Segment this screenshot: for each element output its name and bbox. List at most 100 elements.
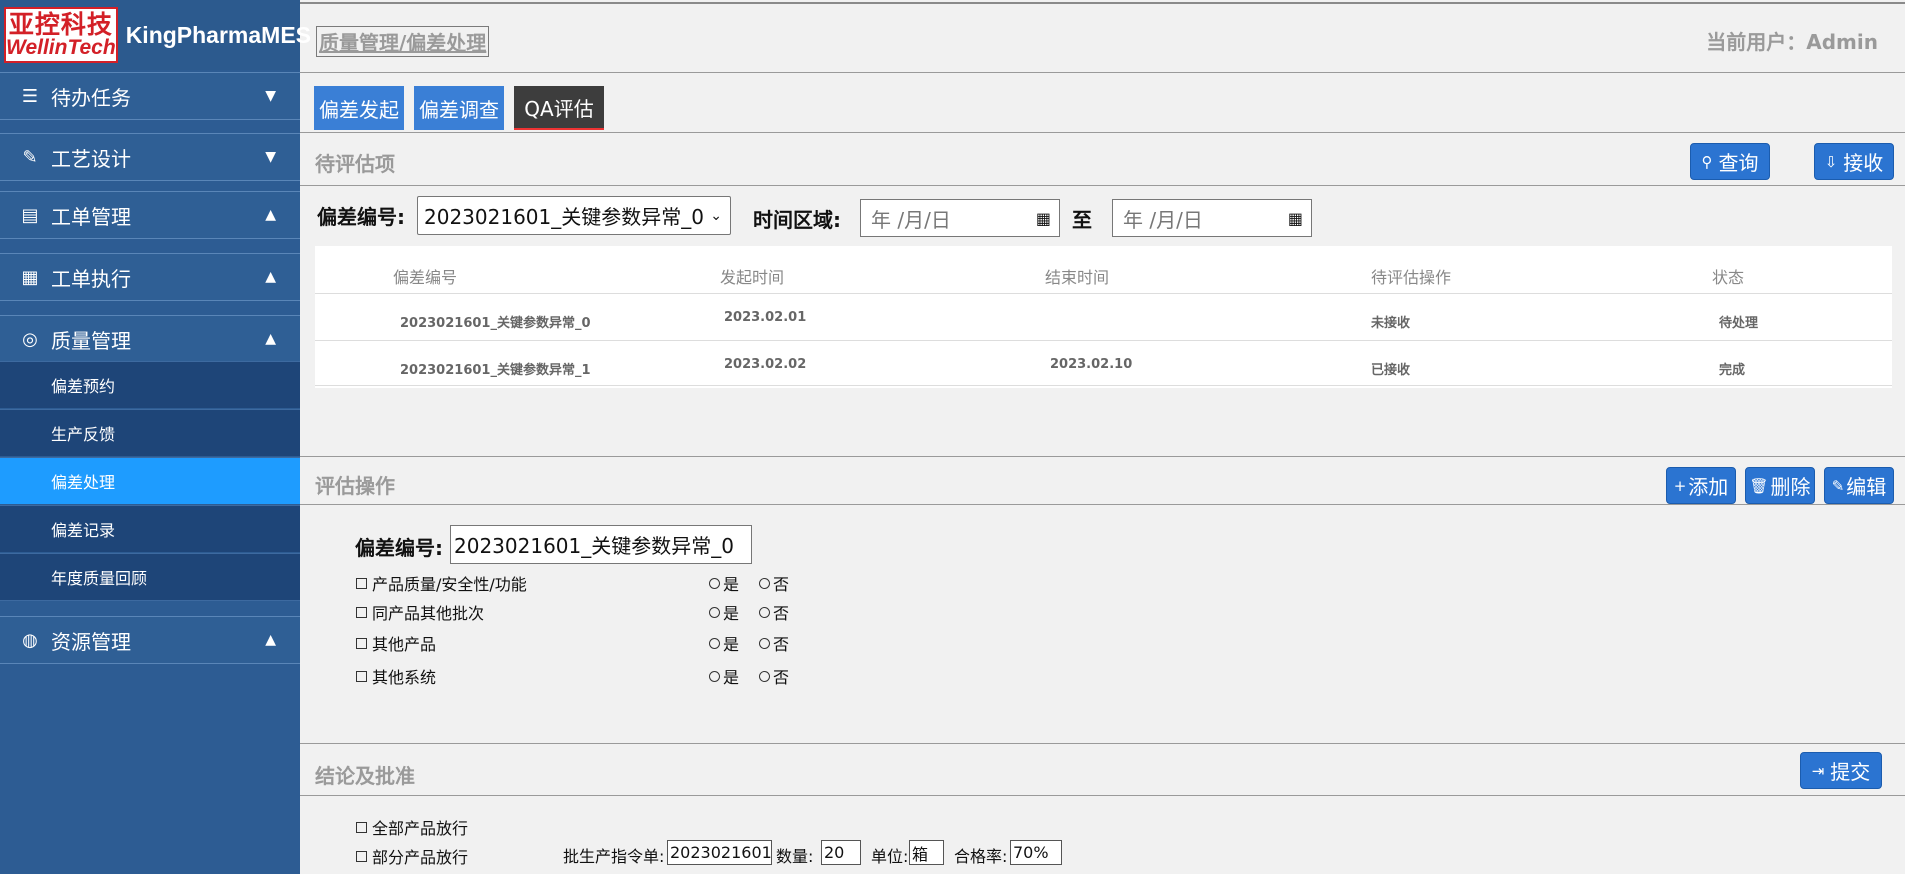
menu-work-order-exec[interactable]: ▦ 工单执行 ▲ xyxy=(0,253,300,301)
assessment-item[interactable]: 其他系统 xyxy=(356,664,436,688)
select-value: 2023021601_关键参数异常_0 xyxy=(424,205,704,229)
checkbox[interactable] xyxy=(356,606,367,618)
deviation-no-select[interactable]: 2023021601_关键参数异常_0 ⌄ xyxy=(417,196,731,235)
all-release-option[interactable]: 全部产品放行 xyxy=(356,815,468,839)
radio-circle[interactable] xyxy=(709,577,720,589)
menu-work-order[interactable]: ▤ 工单管理 ▲ xyxy=(0,191,300,239)
radio-yes[interactable]: 是 xyxy=(709,631,739,655)
menu-resources[interactable]: ◍ 资源管理 ▲ xyxy=(0,616,300,664)
current-user: 当前用户：Admin xyxy=(1706,30,1878,54)
radio-circle[interactable] xyxy=(709,606,720,618)
item-label: 同产品其他批次 xyxy=(372,604,485,623)
unit-input[interactable]: 箱 xyxy=(909,840,944,865)
download-icon: ⇩ xyxy=(1824,152,1838,171)
submenu-label: 偏差预约 xyxy=(51,377,116,396)
trash-icon: 🗑 xyxy=(1749,476,1769,495)
field-value: 2023021601_关键参数异常_0 xyxy=(454,534,734,558)
radio-label: 是 xyxy=(723,635,740,654)
column-header: 状态 xyxy=(1712,268,1745,287)
to-label: 至 xyxy=(1072,208,1092,232)
calendar-icon[interactable]: ▦ xyxy=(1288,209,1303,228)
checkbox[interactable] xyxy=(356,821,367,833)
receive-button[interactable]: ⇩ 接收 xyxy=(1814,143,1894,180)
date-placeholder: 年 /月/日 xyxy=(871,207,951,232)
submenu-deviation-booking[interactable]: 偏差预约 xyxy=(0,361,300,408)
batch-input[interactable]: 2023021601 xyxy=(667,840,772,865)
delete-button[interactable]: 🗑 删除 xyxy=(1745,467,1815,504)
tab-qa-assessment[interactable]: QA评估 xyxy=(514,86,604,130)
radio-circle[interactable] xyxy=(759,606,770,618)
menu-label: 资源管理 xyxy=(51,629,131,654)
submenu-deviation-record[interactable]: 偏差记录 xyxy=(0,505,300,552)
submit-button[interactable]: ⇥ 提交 xyxy=(1800,752,1882,789)
table-row[interactable]: 2023021601_关键参数异常_1 2023.02.02 2023.02.1… xyxy=(315,340,1892,386)
menu-quality[interactable]: ◎ 质量管理 ▲ xyxy=(0,315,300,363)
submenu-deviation-handling[interactable]: 偏差处理 xyxy=(0,457,300,504)
radio-no[interactable]: 否 xyxy=(759,571,789,595)
column-header: 结束时间 xyxy=(1045,268,1110,287)
pass-rate-input[interactable]: 70% xyxy=(1010,840,1062,865)
field-value: 20 xyxy=(824,843,845,862)
radio-no[interactable]: 否 xyxy=(759,664,789,688)
radio-label: 否 xyxy=(773,604,790,623)
document-gear-icon: ▦ xyxy=(21,266,39,288)
tab-deviation-investigate[interactable]: 偏差调查 xyxy=(414,86,504,130)
field-value: 70% xyxy=(1013,843,1049,862)
button-label: 添加 xyxy=(1688,475,1729,499)
checkbox[interactable] xyxy=(356,850,367,862)
table-cell: 待处理 xyxy=(1719,316,1759,331)
quantity-input[interactable]: 20 xyxy=(821,840,861,865)
checkbox[interactable] xyxy=(356,637,367,649)
partial-release-option[interactable]: 部分产品放行 xyxy=(356,844,468,868)
logo-en-text: WellinTech xyxy=(6,36,116,59)
submenu-label: 生产反馈 xyxy=(51,425,116,444)
radio-no[interactable]: 否 xyxy=(759,631,789,655)
radio-circle[interactable] xyxy=(709,670,720,682)
assessment-item[interactable]: 其他产品 xyxy=(356,631,436,655)
button-label: 查询 xyxy=(1718,151,1759,175)
quantity-label: 数量: xyxy=(776,847,814,866)
chevron-up-icon: ▲ xyxy=(265,331,276,347)
start-date-input[interactable]: 年 /月/日 ▦ xyxy=(860,199,1060,237)
submenu-annual-review[interactable]: 年度质量回顾 xyxy=(0,553,300,601)
checkbox[interactable] xyxy=(356,577,367,589)
radio-circle[interactable] xyxy=(709,637,720,649)
assessment-item[interactable]: 同产品其他批次 xyxy=(356,600,484,624)
assessment-item[interactable]: 产品质量/安全性/功能 xyxy=(356,571,527,595)
menu-process-design[interactable]: ✎ 工艺设计 ▼ xyxy=(0,133,300,181)
chevron-up-icon: ▲ xyxy=(265,269,276,285)
tab-deviation-initiate[interactable]: 偏差发起 xyxy=(314,86,404,130)
query-button[interactable]: ⚲ 查询 xyxy=(1690,143,1770,180)
calendar-icon[interactable]: ▦ xyxy=(1036,209,1051,228)
pending-table: 偏差编号 发起时间 结束时间 待评估操作 状态 2023021601_关键参数异… xyxy=(315,246,1892,388)
deviation-no-label: 偏差编号: xyxy=(355,536,443,560)
menu-todo[interactable]: ☰ 待办任务 ▼ xyxy=(0,72,300,120)
batch-label: 批生产指令单: xyxy=(563,847,665,866)
table-row[interactable]: 2023021601_关键参数异常_0 2023.02.01 未接收 待处理 xyxy=(315,293,1892,339)
end-date-input[interactable]: 年 /月/日 ▦ xyxy=(1112,199,1312,237)
breadcrumb[interactable]: 质量管理/偏差处理 xyxy=(316,26,490,57)
radio-label: 否 xyxy=(773,668,790,687)
radio-no[interactable]: 否 xyxy=(759,600,789,624)
divider xyxy=(300,132,1905,133)
radio-circle[interactable] xyxy=(759,670,770,682)
divider xyxy=(300,504,1905,505)
radio-yes[interactable]: 是 xyxy=(709,664,739,688)
submenu-production-feedback[interactable]: 生产反馈 xyxy=(0,409,300,456)
chevron-up-icon: ▲ xyxy=(265,632,276,648)
deviation-no-label: 偏差编号: xyxy=(317,205,405,229)
globe-icon: ◍ xyxy=(22,629,38,651)
checkbox[interactable] xyxy=(356,670,367,682)
deviation-no-field[interactable]: 2023021601_关键参数异常_0 xyxy=(450,525,752,564)
radio-circle[interactable] xyxy=(759,637,770,649)
radio-yes[interactable]: 是 xyxy=(709,600,739,624)
edit-button[interactable]: ✎ 编辑 xyxy=(1824,467,1894,504)
radio-circle[interactable] xyxy=(759,577,770,589)
radio-yes[interactable]: 是 xyxy=(709,571,739,595)
main-content: 质量管理/偏差处理 当前用户：Admin 偏差发起 偏差调查 QA评估 待评估项… xyxy=(300,0,1905,874)
unit-label: 单位: xyxy=(871,847,909,866)
time-range-label: 时间区域: xyxy=(753,208,841,232)
radio-label: 否 xyxy=(773,635,790,654)
add-button[interactable]: + 添加 xyxy=(1666,467,1736,504)
submenu-label: 年度质量回顾 xyxy=(51,569,148,588)
